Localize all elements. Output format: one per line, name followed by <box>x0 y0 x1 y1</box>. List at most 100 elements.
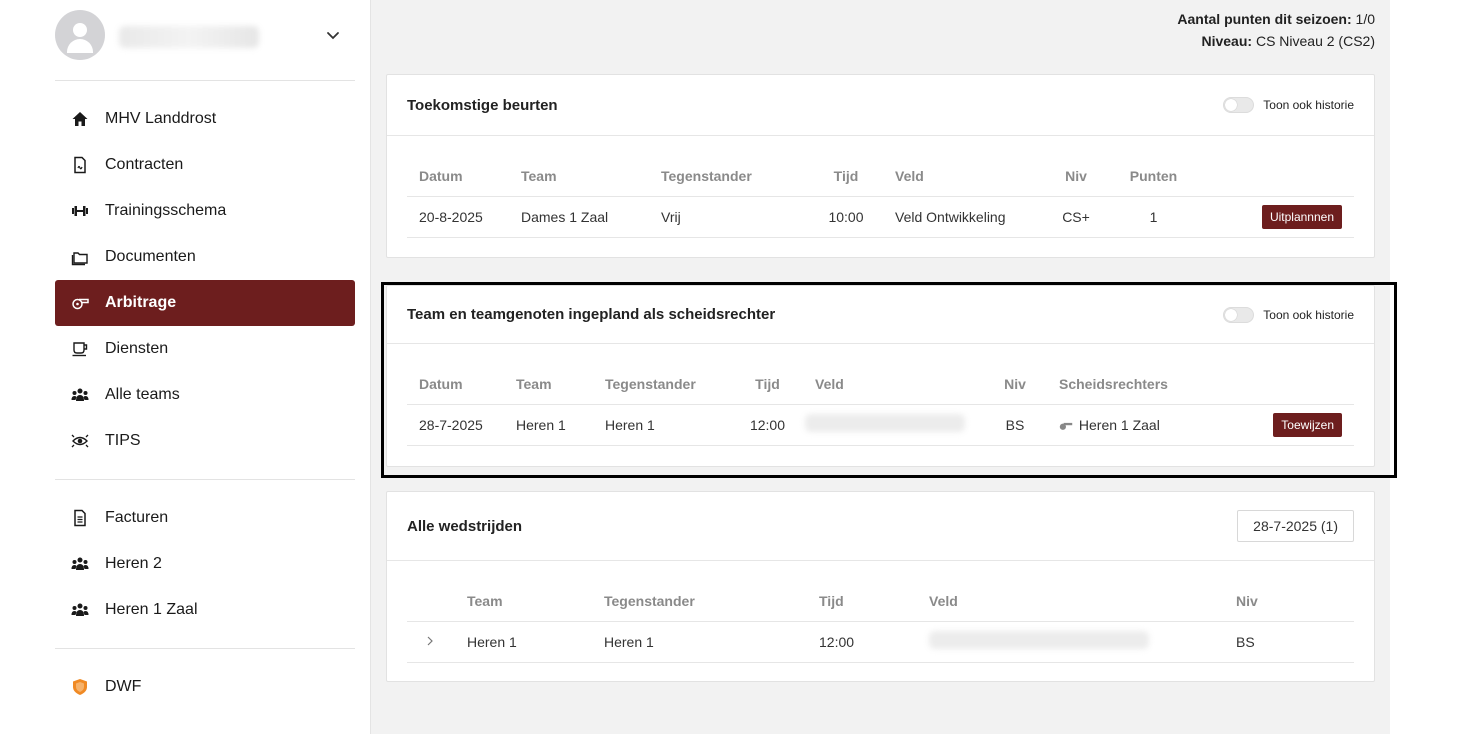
col-header: Tijd <box>819 592 844 609</box>
upcoming-card: Toekomstige beurten Toon ook historie Da… <box>386 74 1375 258</box>
cell-veld-redacted <box>929 620 1236 663</box>
cell-datum: 28-7-2025 <box>407 403 516 446</box>
sidebar-item-label: Diensten <box>105 340 169 357</box>
dumbbell-icon <box>55 202 105 220</box>
col-header: Niv <box>1065 167 1087 184</box>
cell-niv: BS <box>1236 620 1354 663</box>
sidebar-item-label: DWF <box>105 678 142 695</box>
avatar[interactable] <box>55 10 105 60</box>
team-referees-table: Datum Team Tegenstander Tijd Veld Niv Sc… <box>407 364 1354 446</box>
sidebar-item-heren-1-zaal[interactable]: Heren 1 Zaal <box>55 587 355 633</box>
sidebar-item-facturen[interactable]: Facturen <box>55 495 355 541</box>
whistle-icon <box>55 294 105 312</box>
users-icon <box>55 386 105 404</box>
sidebar-item-contracten[interactable]: Contracten <box>55 142 355 188</box>
sidebar-item-tips[interactable]: TIPS <box>55 418 355 464</box>
sidebar-item-heren-2[interactable]: Heren 2 <box>55 541 355 587</box>
chevron-right-icon[interactable] <box>425 635 435 647</box>
table-row: Heren 1 Heren 1 12:00 BS <box>407 620 1354 663</box>
cell-team: Dames 1 Zaal <box>521 195 661 238</box>
sidebar-item-label: Alle teams <box>105 386 180 403</box>
cell-team: Heren 1 <box>467 620 604 663</box>
col-header: Niv <box>1236 592 1258 609</box>
sidebar-item-alle-teams[interactable]: Alle teams <box>55 372 355 418</box>
toewijzen-button[interactable]: Toewijzen <box>1273 412 1342 437</box>
col-header: Team <box>521 167 557 184</box>
divider <box>55 479 355 480</box>
col-header: Veld <box>815 375 844 392</box>
col-header: Scheidsrechters <box>1059 375 1168 392</box>
team-referees-card: Team en teamgenoten ingepland als scheid… <box>386 285 1375 467</box>
toggle-label: Toon ook historie <box>1263 98 1354 112</box>
date-selector[interactable]: 28-7-2025 (1) <box>1237 510 1354 542</box>
sidebar-item-arbitrage[interactable]: Arbitrage <box>55 280 355 326</box>
card-title: Alle wedstrijden <box>407 517 523 535</box>
user-name-redacted <box>119 26 259 48</box>
sidebar-item-label: Contracten <box>105 156 184 173</box>
users-icon <box>55 601 105 619</box>
all-matches-card: Alle wedstrijden 28-7-2025 (1) Team Tege… <box>386 491 1375 682</box>
sidebar-item-mhv-landdrost[interactable]: MHV Landdrost <box>55 96 355 142</box>
points-label: Aantal punten dit seizoen: <box>1177 11 1352 27</box>
cell-tijd: 12:00 <box>740 403 795 446</box>
history-toggle[interactable]: Toon ook historie <box>1223 97 1354 113</box>
level-label: Niveau: <box>1201 33 1253 49</box>
toggle-switch[interactable] <box>1223 306 1255 323</box>
user-menu[interactable] <box>55 10 355 62</box>
chevron-down-icon[interactable] <box>323 26 343 46</box>
table-row: 28-7-2025 Heren 1 Heren 1 12:00 BS Heren… <box>407 403 1354 446</box>
upcoming-table: Datum Team Tegenstander Tijd Veld Niv Pu… <box>407 156 1354 238</box>
col-header: Punten <box>1129 167 1178 184</box>
cell-tegenstander: Heren 1 <box>604 620 819 663</box>
col-header: Tegenstander <box>661 167 752 184</box>
sidebar-item-trainingsschema[interactable]: Trainingsschema <box>55 188 355 234</box>
col-header: Veld <box>895 167 924 184</box>
cell-tijd: 10:00 <box>811 195 881 238</box>
sidebar-item-label: MHV Landdrost <box>105 110 217 127</box>
cell-punten: 1 <box>1111 195 1196 238</box>
eye-icon <box>55 432 105 450</box>
users-icon <box>55 555 105 573</box>
sidebar-item-label: TIPS <box>105 432 141 449</box>
coffee-icon <box>55 340 105 358</box>
home-icon <box>55 110 105 128</box>
cell-niv: CS+ <box>1041 195 1111 238</box>
season-info: Aantal punten dit seizoen: 1/0 Niveau: C… <box>1177 8 1375 52</box>
col-header: Tegenstander <box>604 592 695 609</box>
cell-niv: BS <box>983 403 1047 446</box>
col-header: Team <box>467 592 503 609</box>
card-title: Toekomstige beurten <box>407 96 558 114</box>
cell-veld: Veld Ontwikkeling <box>881 195 1041 238</box>
col-header: Tegenstander <box>605 375 696 392</box>
sidebar-item-dwf[interactable]: DWF <box>55 664 355 710</box>
sidebar-item-label: Trainingsschema <box>105 202 227 219</box>
cell-tegenstander: Heren 1 <box>605 403 740 446</box>
whistle-icon <box>1059 422 1073 430</box>
folder-icon <box>55 248 105 266</box>
col-header: Datum <box>419 167 463 184</box>
referee-team: Heren 1 Zaal <box>1078 416 1160 433</box>
sidebar-item-label: Heren 1 Zaal <box>105 601 198 618</box>
right-margin <box>1390 0 1479 734</box>
cell-scheidsrechters: Heren 1 Zaal <box>1047 403 1232 446</box>
sidebar-item-diensten[interactable]: Diensten <box>55 326 355 372</box>
toggle-label: Toon ook historie <box>1263 307 1354 322</box>
main-content: Aantal punten dit seizoen: 1/0 Niveau: C… <box>371 0 1390 734</box>
cell-veld-redacted <box>795 403 983 446</box>
col-header: Team <box>516 375 552 392</box>
level-value: CS Niveau 2 (CS2) <box>1255 33 1375 49</box>
dwf-shield-icon <box>55 678 105 696</box>
uitplannen-button[interactable]: Uitplannnen <box>1261 204 1342 229</box>
divider <box>55 648 355 649</box>
col-header: Veld <box>929 592 958 609</box>
col-header: Tijd <box>833 167 859 184</box>
cell-tegenstander: Vrij <box>661 195 811 238</box>
toggle-switch[interactable] <box>1223 97 1255 113</box>
sidebar-item-documenten[interactable]: Documenten <box>55 234 355 280</box>
col-header: Datum <box>419 375 463 392</box>
sidebar-item-label: Facturen <box>105 509 169 526</box>
history-toggle[interactable]: Toon ook historie <box>1223 306 1354 323</box>
col-header: Tijd <box>755 375 780 392</box>
card-title: Team en teamgenoten ingepland als scheid… <box>407 306 776 323</box>
sidebar-item-label: Arbitrage <box>105 294 177 311</box>
